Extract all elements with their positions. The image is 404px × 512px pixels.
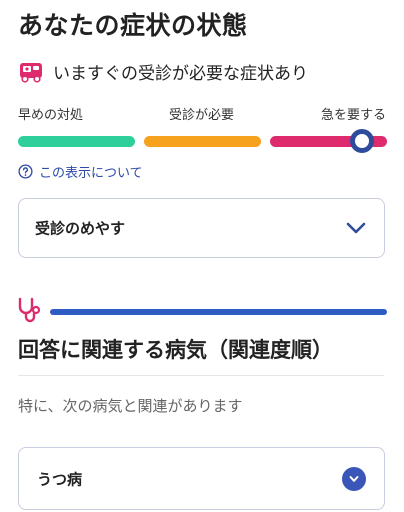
ambulance-icon: [20, 63, 42, 83]
section-divider: [18, 375, 384, 376]
related-diseases-subtitle: 特に、次の病気と関連があります: [18, 397, 243, 415]
scale-label-early: 早めの対処: [18, 108, 84, 123]
scale-bar-visit: [144, 136, 261, 147]
disease-card-depression[interactable]: うつ病: [18, 447, 385, 510]
disease-label: うつ病: [37, 470, 83, 488]
status-text: いますぐの受診が必要な症状あり: [53, 63, 308, 84]
about-link-text[interactable]: この表示について: [39, 162, 143, 181]
about-display-link[interactable]: この表示について: [18, 162, 143, 181]
guidance-card-label: 受診のめやす: [35, 219, 126, 238]
section-divider-line: [50, 309, 387, 315]
stethoscope-icon: [18, 297, 41, 323]
scale-label-visit: 受診が必要: [169, 108, 235, 123]
guidance-card[interactable]: 受診のめやす: [18, 198, 385, 258]
page-title: あなたの症状の状態: [18, 11, 248, 40]
scale-bar-early: [18, 136, 135, 147]
related-diseases-title: 回答に関連する病気（関連度順）: [18, 338, 333, 362]
urgency-indicator: [350, 129, 374, 153]
chevron-down-icon[interactable]: [344, 216, 368, 240]
scale-label-urgent: 急を要する: [320, 108, 386, 123]
chevron-down-circle-icon[interactable]: [342, 466, 366, 491]
help-circle-icon: [18, 164, 33, 179]
status-row: いますぐの受診が必要な症状あり: [18, 58, 308, 84]
